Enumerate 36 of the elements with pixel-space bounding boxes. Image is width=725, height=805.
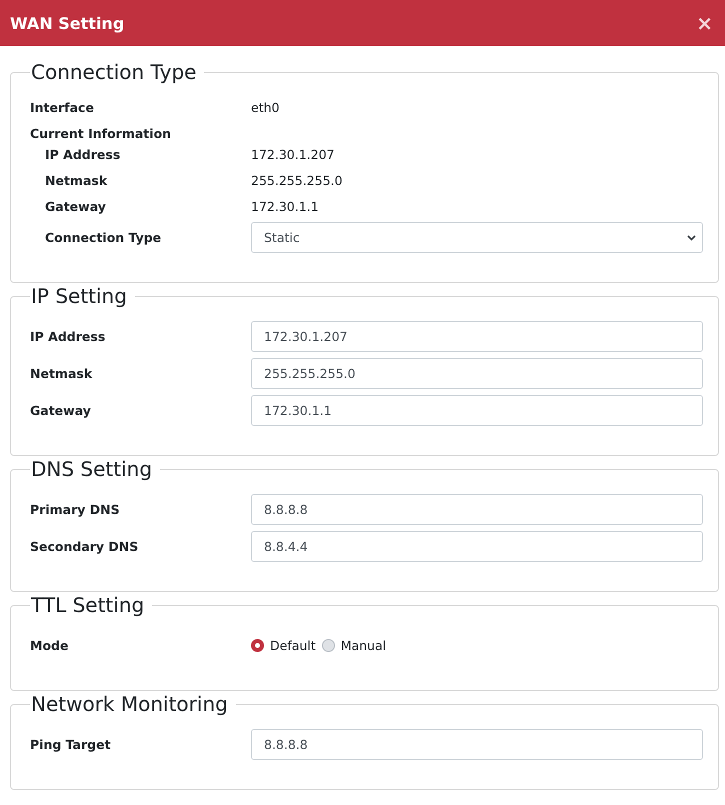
section-title: IP Setting: [30, 284, 128, 308]
input-field[interactable]: 172.30.1.207: [251, 321, 703, 352]
field-label: Ping Target: [30, 737, 112, 752]
field-value: 172.30.1.207: [251, 146, 334, 162]
connection-type-select[interactable]: Static: [251, 222, 703, 253]
group-heading: Current Information: [30, 125, 172, 141]
chevron-down-icon: [687, 234, 696, 240]
field-value: 255.255.255.0: [251, 172, 342, 188]
field-label: IP Address: [45, 146, 122, 162]
dialog-title: WAN Setting: [10, 14, 124, 32]
field-value: eth0: [251, 100, 280, 114]
section-title: DNS Setting: [30, 457, 154, 481]
field-label: Interface: [30, 100, 95, 114]
radio-button[interactable]: [251, 639, 264, 652]
input-field[interactable]: 255.255.255.0: [251, 358, 703, 389]
input-field[interactable]: 8.8.8.8: [251, 494, 703, 525]
field-value: 172.30.1.1: [251, 198, 319, 214]
radio-option[interactable]: Default: [251, 638, 316, 653]
field-label: Mode: [30, 638, 70, 653]
field-label: Netmask: [30, 366, 94, 381]
field-label: Primary DNS: [30, 502, 121, 517]
input-field[interactable]: 172.30.1.1: [251, 395, 703, 426]
input-field[interactable]: 8.8.8.8: [251, 729, 703, 760]
field-label: Secondary DNS: [30, 539, 140, 554]
field-label: Gateway: [45, 198, 107, 214]
field-label: IP Address: [30, 329, 106, 344]
radio-button[interactable]: [322, 639, 335, 652]
section-title: TTL Setting: [30, 593, 146, 617]
field-label: Gateway: [30, 403, 92, 418]
radio-option[interactable]: Manual: [322, 638, 386, 653]
close-button[interactable]: ×: [694, 11, 715, 35]
field-label: Connection Type: [45, 230, 162, 245]
field-label: Netmask: [45, 172, 108, 188]
section-title: Connection Type: [30, 60, 198, 84]
section-title: Network Monitoring: [30, 692, 229, 716]
input-field[interactable]: 8.8.4.4: [251, 531, 703, 562]
